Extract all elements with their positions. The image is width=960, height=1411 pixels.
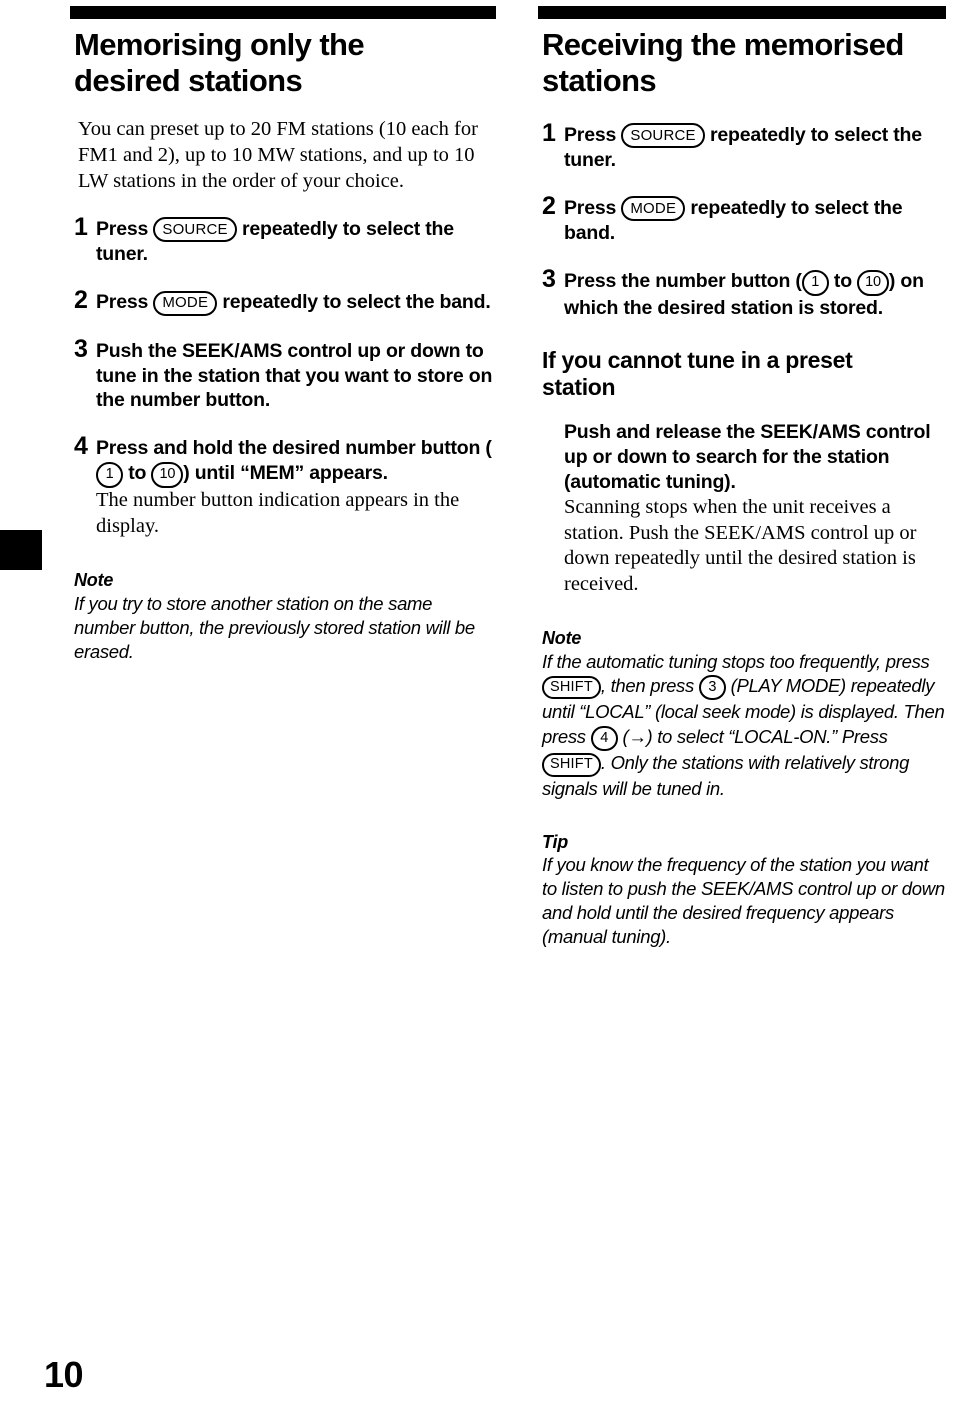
step-item: 3 Push the SEEK/AMS control up or down t… bbox=[74, 334, 496, 414]
step-item: 1 Press SOURCE repeatedly to select the … bbox=[542, 118, 946, 173]
right-arrow-icon: → bbox=[628, 725, 647, 747]
number-1-key-badge[interactable]: 1 bbox=[96, 462, 123, 488]
note-block-left: Note If you try to store another station… bbox=[74, 569, 492, 664]
step-item: 3 Press the number button (1 to 10) on w… bbox=[542, 267, 946, 320]
step-text-middle: to bbox=[128, 462, 147, 485]
subsection-title: If you cannot tune in a preset station bbox=[542, 346, 853, 401]
source-key-badge[interactable]: SOURCE bbox=[153, 217, 237, 243]
step-text-after: repeatedly to select the tuner. bbox=[96, 217, 454, 266]
step-text-before: Press bbox=[564, 196, 617, 219]
tip-body: If you know the frequency of the station… bbox=[542, 854, 945, 948]
step-text: Press MODE repeatedly to select the band… bbox=[564, 194, 946, 246]
step-number: 1 bbox=[542, 118, 556, 147]
number-10-key-badge[interactable]: 10 bbox=[151, 462, 184, 488]
number-3-key-badge[interactable]: 3 bbox=[698, 674, 726, 701]
step-text-after: repeatedly to select the band. bbox=[222, 291, 491, 314]
tip-block: Tip If you know the frequency of the sta… bbox=[542, 831, 946, 950]
step-text-before: Press bbox=[96, 291, 149, 314]
tip-label: Tip bbox=[542, 831, 569, 852]
number-4-key-badge[interactable]: 4 bbox=[590, 725, 618, 752]
step-text: Press the number button (1 to 10) on whi… bbox=[564, 267, 946, 320]
index-tab-marker bbox=[0, 530, 42, 570]
note-part-5: ) to select “LOCAL-ON.” Press bbox=[646, 725, 888, 747]
shift-key-badge[interactable]: SHIFT bbox=[542, 675, 601, 700]
step-text-after: repeatedly to select the tuner. bbox=[564, 123, 922, 172]
step-item: 2 Press MODE repeatedly to select the ba… bbox=[74, 288, 496, 316]
step-text-middle: to bbox=[833, 270, 852, 293]
note-body: If the automatic tuning stops too freque… bbox=[542, 650, 946, 801]
section-rule-right bbox=[538, 6, 946, 19]
step-number: 4 bbox=[74, 432, 88, 461]
subsection-bold-lead: Push and release the SEEK/AMS control up… bbox=[564, 421, 931, 493]
note-label: Note bbox=[74, 570, 114, 591]
source-key-badge[interactable]: SOURCE bbox=[621, 123, 705, 149]
step-number: 1 bbox=[74, 212, 88, 241]
step-text-after: ) until “MEM” appears. bbox=[183, 462, 388, 485]
page-title-left: Memorising only the desired stations bbox=[74, 27, 365, 99]
step-sub-text: The number button indication appears in … bbox=[96, 488, 460, 537]
mode-key-badge[interactable]: MODE bbox=[621, 196, 686, 222]
page-number: 10 bbox=[44, 1354, 84, 1395]
note-body: If you try to store another station on t… bbox=[74, 592, 475, 662]
step-text: Press SOURCE repeatedly to select the tu… bbox=[564, 121, 946, 173]
shift-key-badge[interactable]: SHIFT bbox=[542, 753, 601, 777]
step-text-before: Press and hold the desired number button… bbox=[96, 437, 492, 460]
step-text: Press and hold the desired number button… bbox=[96, 434, 496, 539]
step-number: 2 bbox=[542, 191, 556, 220]
right-column: Receiving the memorised stations 1 Press… bbox=[538, 0, 946, 949]
step-item: 1 Press SOURCE repeatedly to select the … bbox=[74, 212, 496, 267]
note-part-2: , then press bbox=[600, 674, 694, 696]
note-label: Note bbox=[542, 628, 582, 649]
subsection-body: Push and release the SEEK/AMS control up… bbox=[564, 420, 946, 597]
step-text: Press SOURCE repeatedly to select the tu… bbox=[96, 215, 496, 267]
step-item: 2 Press MODE repeatedly to select the ba… bbox=[542, 191, 946, 246]
step-text-before: Press bbox=[564, 123, 617, 146]
number-10-key-badge[interactable]: 10 bbox=[857, 270, 889, 296]
manual-page: Memorising only the desired stations You… bbox=[0, 0, 960, 1411]
section-rule-left bbox=[70, 6, 496, 19]
step-text: Push the SEEK/AMS control up or down to … bbox=[96, 339, 493, 412]
step-number: 2 bbox=[74, 286, 88, 315]
step-number: 3 bbox=[542, 265, 556, 294]
page-title-right: Receiving the memorised stations bbox=[542, 27, 904, 99]
note-part-1: If the automatic tuning stops too freque… bbox=[542, 650, 930, 672]
mode-key-badge[interactable]: MODE bbox=[153, 290, 218, 316]
subsection-serif-follow: Scanning stops when the unit receives a … bbox=[564, 495, 917, 595]
step-text: Press MODE repeatedly to select the band… bbox=[96, 288, 496, 316]
step-item: 4 Press and hold the desired number butt… bbox=[74, 434, 496, 539]
intro-paragraph: You can preset up to 20 FM stations (10 … bbox=[78, 117, 478, 192]
note-block-right: Note If the automatic tuning stops too f… bbox=[542, 627, 946, 800]
step-text-before: Press bbox=[96, 217, 149, 240]
step-text-before: Press the number button ( bbox=[564, 270, 802, 293]
step-number: 3 bbox=[74, 334, 88, 363]
number-1-key-badge[interactable]: 1 bbox=[801, 270, 829, 296]
left-column: Memorising only the desired stations You… bbox=[70, 0, 496, 664]
note-part-6: . bbox=[600, 752, 606, 774]
